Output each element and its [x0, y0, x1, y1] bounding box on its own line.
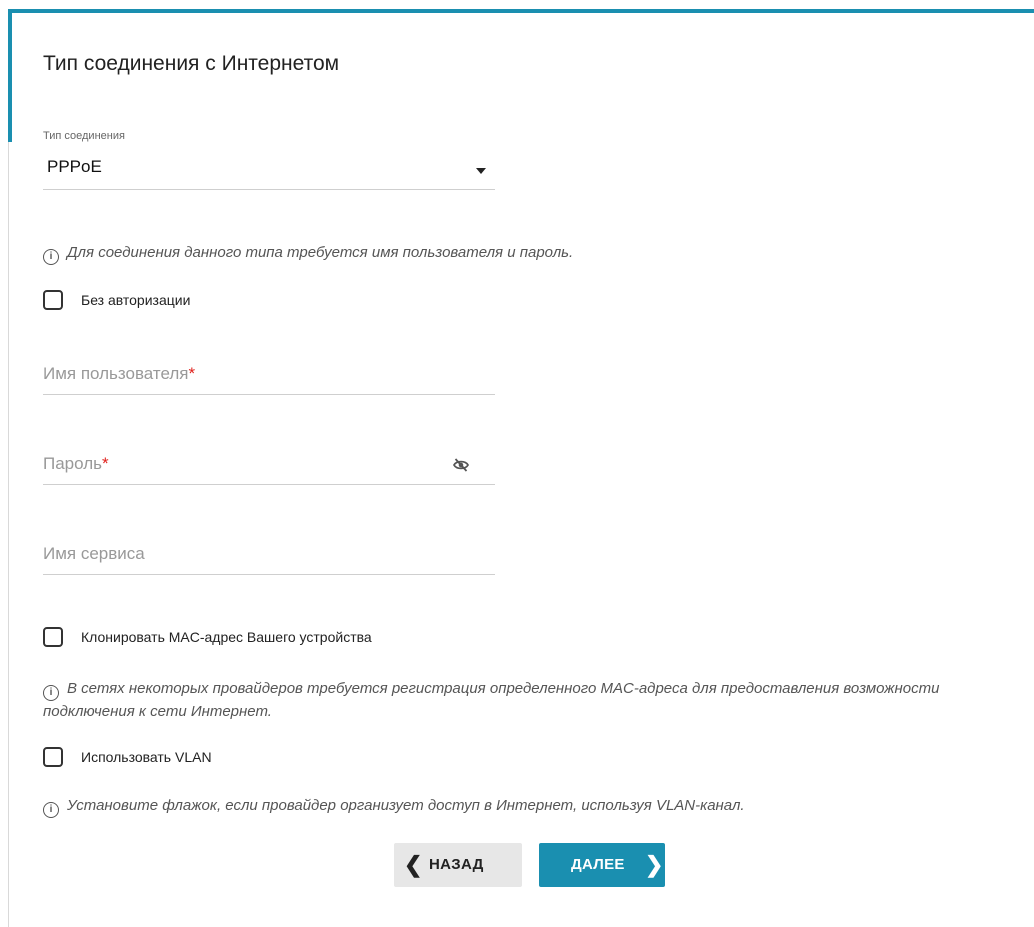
password-field[interactable]: Пароль* [43, 446, 495, 485]
info-mac-text: В сетях некоторых провайдеров требуется … [43, 680, 940, 720]
clone-mac-checkbox[interactable] [43, 627, 63, 647]
left-border [8, 142, 9, 927]
top-bar [0, 0, 1034, 9]
chevron-left-icon: ❮ [404, 852, 423, 877]
info-mac: iВ сетях некоторых провайдеров требуется… [43, 678, 1003, 723]
chevron-right-icon: ❯ [645, 852, 664, 877]
info-vlan: i Установите флажок, если провайдер орган… [43, 795, 745, 818]
clone-mac-checkbox-label: Клонировать MAC-адрес Вашего устройства [81, 629, 372, 645]
service-name-input[interactable] [43, 536, 443, 572]
back-button[interactable]: ❮ НАЗАД [394, 843, 522, 887]
vlan-checkbox[interactable] [43, 747, 63, 767]
info-circle-icon: i [43, 249, 59, 265]
clone-mac-checkbox-row[interactable]: Клонировать MAC-адрес Вашего устройства [43, 627, 423, 651]
info-vlan-text: Установите флажок, если провайдер органи… [67, 797, 745, 814]
page-title: Тип соединения с Интернетом [43, 52, 340, 75]
vlan-checkbox-label: Использовать VLAN [81, 749, 212, 765]
back-button-label: НАЗАД [429, 856, 484, 873]
next-button[interactable]: ДАЛЕЕ ❯ [539, 843, 665, 887]
no-auth-checkbox-row[interactable]: Без авторизации [43, 290, 293, 314]
connection-type-select[interactable]: PPPoE [43, 152, 495, 190]
accent-line [8, 9, 1034, 13]
no-auth-checkbox[interactable] [43, 290, 63, 310]
caret-down-icon [476, 168, 486, 174]
vlan-checkbox-row[interactable]: Использовать VLAN [43, 747, 293, 771]
username-field[interactable]: Имя пользователя* [43, 356, 495, 395]
next-button-label: ДАЛЕЕ [571, 856, 625, 873]
info-circle-icon: i [43, 802, 59, 818]
info-circle-icon: i [43, 685, 59, 701]
info-auth-text: Для соединения данного типа требуется им… [67, 244, 574, 261]
service-name-field[interactable]: Имя сервиса [43, 536, 495, 575]
password-input[interactable] [43, 446, 443, 482]
connection-type-label: Тип соединения [43, 130, 125, 142]
left-accent-bar [8, 13, 12, 142]
no-auth-checkbox-label: Без авторизации [81, 292, 191, 308]
info-auth: i Для соединения данного типа требуется и… [43, 242, 573, 265]
username-input[interactable] [43, 356, 443, 392]
connection-type-value: PPPoE [47, 157, 102, 176]
eye-off-icon[interactable] [453, 458, 469, 472]
